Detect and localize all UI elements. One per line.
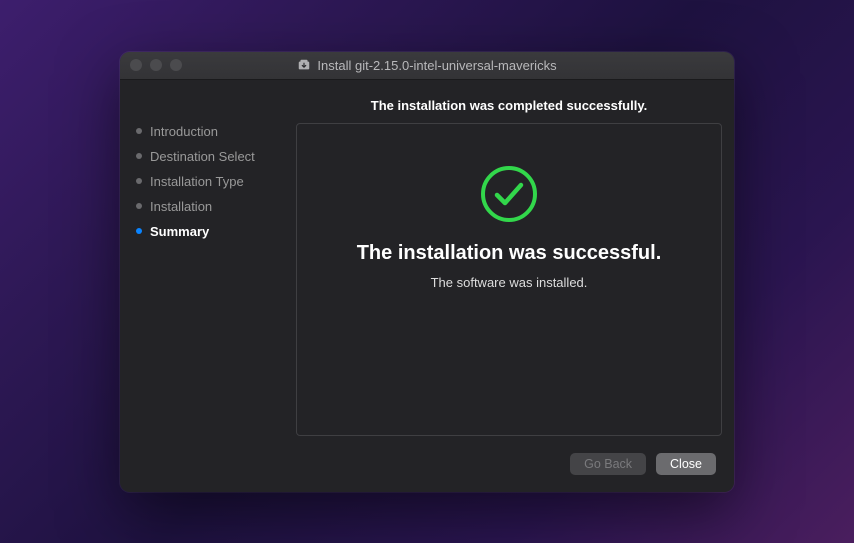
step-label: Introduction xyxy=(150,124,218,139)
step-label: Summary xyxy=(150,224,209,239)
close-window-button[interactable] xyxy=(130,59,142,71)
success-check-icon xyxy=(479,164,539,224)
step-dot-icon xyxy=(136,228,142,234)
step-introduction: Introduction xyxy=(136,124,288,139)
step-label: Installation Type xyxy=(150,174,244,189)
window-title-text: Install git-2.15.0-intel-universal-maver… xyxy=(317,58,556,73)
minimize-window-button[interactable] xyxy=(150,59,162,71)
step-dot-icon xyxy=(136,153,142,159)
traffic-lights xyxy=(130,59,182,71)
titlebar[interactable]: Install git-2.15.0-intel-universal-maver… xyxy=(120,52,734,80)
step-installation-type: Installation Type xyxy=(136,174,288,189)
main-panel: The installation was completed successfu… xyxy=(296,94,722,436)
content-box: The installation was successful. The sof… xyxy=(296,123,722,436)
zoom-window-button[interactable] xyxy=(170,59,182,71)
close-button[interactable]: Close xyxy=(656,453,716,475)
titlebar-title: Install git-2.15.0-intel-universal-maver… xyxy=(120,58,734,73)
content-area: Introduction Destination Select Installa… xyxy=(120,80,734,436)
go-back-button: Go Back xyxy=(570,453,646,475)
step-dot-icon xyxy=(136,203,142,209)
step-destination-select: Destination Select xyxy=(136,149,288,164)
step-sidebar: Introduction Destination Select Installa… xyxy=(132,94,296,436)
button-bar: Go Back Close xyxy=(120,436,734,492)
success-title: The installation was successful. xyxy=(357,242,662,265)
step-list: Introduction Destination Select Installa… xyxy=(136,124,288,239)
step-label: Installation xyxy=(150,199,212,214)
step-label: Destination Select xyxy=(150,149,255,164)
step-dot-icon xyxy=(136,128,142,134)
installer-icon xyxy=(297,58,311,72)
installer-window: Install git-2.15.0-intel-universal-maver… xyxy=(120,52,734,492)
step-summary: Summary xyxy=(136,224,288,239)
panel-heading: The installation was completed successfu… xyxy=(296,94,722,123)
step-dot-icon xyxy=(136,178,142,184)
success-subtitle: The software was installed. xyxy=(431,275,588,290)
step-installation: Installation xyxy=(136,199,288,214)
window-body: Introduction Destination Select Installa… xyxy=(120,80,734,492)
